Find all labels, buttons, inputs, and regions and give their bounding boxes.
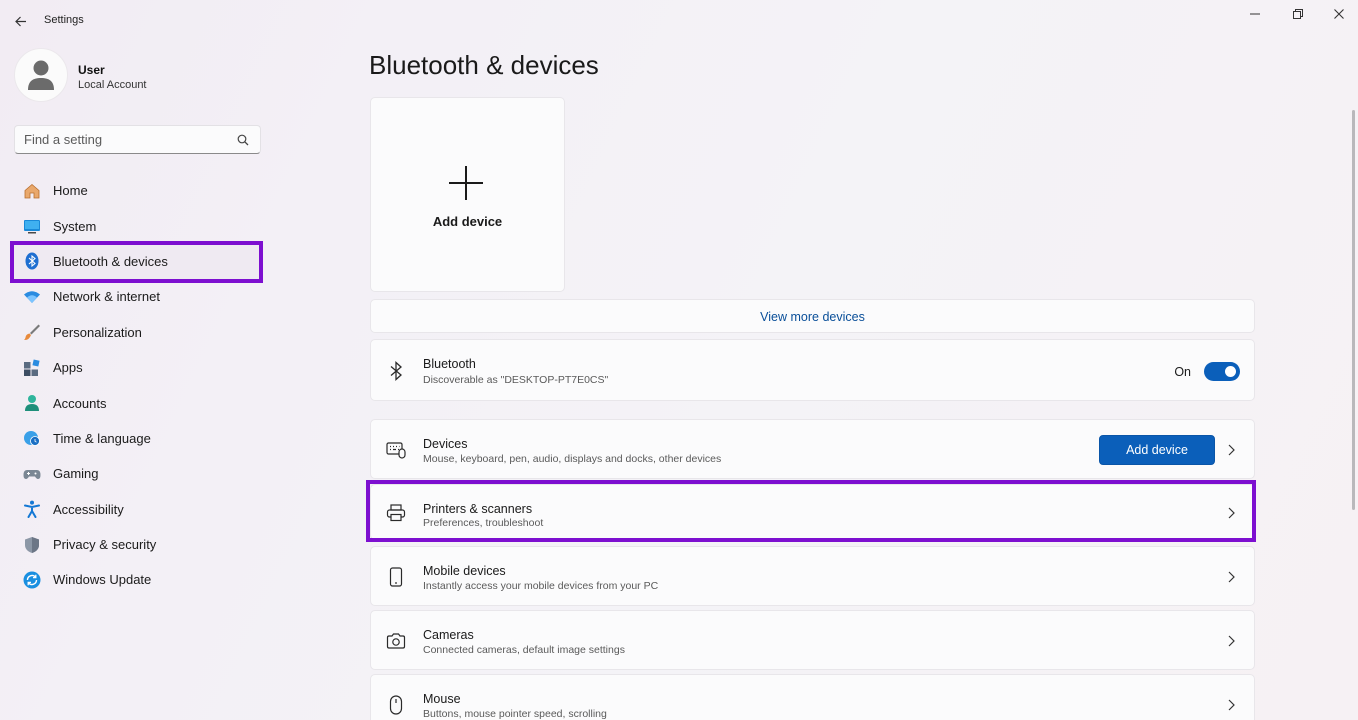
- sidebar-item-label: Accessibility: [53, 501, 124, 517]
- sidebar-item-bluetooth-devices[interactable]: Bluetooth & devices: [12, 244, 262, 279]
- app-title: Settings: [44, 14, 84, 26]
- back-button[interactable]: [10, 11, 32, 31]
- close-icon: [1334, 9, 1344, 19]
- sidebar-item-label: Privacy & security: [53, 537, 157, 553]
- scrollbar[interactable]: [1352, 110, 1355, 510]
- sidebar-item-accounts[interactable]: Accounts: [12, 385, 262, 420]
- sidebar-item-personalization[interactable]: Personalization: [12, 315, 262, 350]
- sidebar-item-label: Gaming: [53, 466, 99, 482]
- back-arrow-icon: [15, 16, 26, 26]
- bluetooth-toggle[interactable]: [1204, 362, 1240, 381]
- sidebar-item-system[interactable]: System: [12, 208, 262, 243]
- sidebar-item-label: Home: [53, 183, 88, 199]
- bluetooth-icon: [385, 360, 407, 382]
- page-title: Bluetooth & devices: [369, 50, 599, 80]
- mobile-devices-row[interactable]: Mobile devices Instantly access your mob…: [370, 546, 1255, 606]
- printers-scanners-row[interactable]: Printers & scanners Preferences, trouble…: [370, 484, 1255, 540]
- user-name: User: [78, 63, 105, 77]
- add-device-button[interactable]: Add device: [1099, 435, 1215, 465]
- sidebar-item-privacy-security[interactable]: Privacy & security: [12, 527, 262, 562]
- search-input[interactable]: [24, 132, 229, 147]
- home-icon: [23, 182, 41, 200]
- chevron-right-icon[interactable]: [1226, 443, 1236, 457]
- account-type: Local Account: [78, 79, 147, 91]
- printers-subtitle: Preferences, troubleshoot: [423, 517, 544, 529]
- sidebar-item-apps[interactable]: Apps: [12, 350, 262, 385]
- chevron-right-icon[interactable]: [1226, 698, 1236, 712]
- search-icon[interactable]: [237, 134, 249, 146]
- sidebar-item-label: Windows Update: [53, 572, 152, 588]
- brush-icon: [23, 323, 41, 341]
- toggle-knob: [1225, 366, 1236, 377]
- sidebar-item-label: Apps: [53, 360, 83, 376]
- chevron-right-icon[interactable]: [1226, 570, 1236, 584]
- sidebar-item-label: Bluetooth & devices: [53, 253, 168, 269]
- sidebar-item-accessibility[interactable]: Accessibility: [12, 492, 262, 527]
- bluetooth-row[interactable]: Bluetooth Discoverable as "DESKTOP-PT7E0…: [370, 339, 1255, 401]
- mobile-devices-subtitle: Instantly access your mobile devices fro…: [423, 580, 659, 592]
- cameras-subtitle: Connected cameras, default image setting…: [423, 644, 625, 656]
- update-icon: [23, 571, 41, 589]
- chevron-right-icon[interactable]: [1226, 506, 1236, 520]
- chevron-right-icon[interactable]: [1226, 634, 1236, 648]
- mouse-icon: [385, 694, 407, 716]
- sidebar-item-time-language[interactable]: Time & language: [12, 421, 262, 456]
- globe-clock-icon: [23, 429, 41, 447]
- sidebar-nav: Home System Bluetooth & devices Network …: [12, 173, 262, 598]
- devices-row[interactable]: Devices Mouse, keyboard, pen, audio, dis…: [370, 419, 1255, 479]
- mouse-subtitle: Buttons, mouse pointer speed, scrolling: [423, 708, 607, 720]
- sidebar-item-label: System: [53, 218, 97, 234]
- sidebar-item-label: Accounts: [53, 395, 107, 411]
- person-icon: [28, 60, 54, 90]
- cameras-row[interactable]: Cameras Connected cameras, default image…: [370, 610, 1255, 670]
- bluetooth-subtitle: Discoverable as "DESKTOP-PT7E0CS": [423, 374, 609, 386]
- accessibility-icon: [23, 500, 41, 519]
- add-device-tile[interactable]: Add device: [370, 97, 565, 292]
- minimize-icon: [1250, 13, 1260, 15]
- account-icon: [23, 394, 41, 412]
- sidebar-item-home[interactable]: Home: [12, 173, 262, 208]
- avatar[interactable]: [14, 48, 68, 102]
- shield-icon: [23, 536, 41, 554]
- phone-icon: [385, 566, 407, 588]
- apps-icon: [23, 359, 41, 377]
- close-button[interactable]: [1328, 5, 1350, 23]
- sidebar-item-label: Time & language: [53, 430, 151, 446]
- restore-button[interactable]: [1287, 5, 1309, 23]
- keyboard-mouse-icon: [385, 439, 407, 461]
- system-icon: [23, 217, 41, 235]
- bluetooth-icon: [23, 252, 41, 270]
- sidebar-item-gaming[interactable]: Gaming: [12, 456, 262, 491]
- view-more-devices-label: View more devices: [760, 310, 865, 324]
- search-box[interactable]: [14, 125, 261, 154]
- mouse-title: Mouse: [423, 692, 461, 706]
- printers-title: Printers & scanners: [423, 502, 533, 516]
- cameras-title: Cameras: [423, 628, 474, 642]
- mouse-row[interactable]: Mouse Buttons, mouse pointer speed, scro…: [370, 674, 1255, 720]
- sidebar-item-label: Network & internet: [53, 289, 160, 305]
- view-more-devices-link[interactable]: View more devices: [370, 299, 1255, 333]
- sidebar-item-label: Personalization: [53, 324, 142, 340]
- bluetooth-title: Bluetooth: [423, 357, 476, 371]
- bluetooth-state-label: On: [1174, 365, 1191, 379]
- add-device-tile-label: Add device: [432, 214, 503, 229]
- gamepad-icon: [23, 465, 41, 483]
- title-bar: Settings: [0, 0, 1358, 42]
- plus-icon: [449, 166, 483, 200]
- sidebar-item-network[interactable]: Network & internet: [12, 279, 262, 314]
- camera-icon: [385, 630, 407, 652]
- wifi-icon: [23, 288, 41, 306]
- mobile-devices-title: Mobile devices: [423, 564, 506, 578]
- sidebar-item-windows-update[interactable]: Windows Update: [12, 562, 262, 597]
- restore-icon: [1293, 9, 1303, 19]
- minimize-button[interactable]: [1244, 5, 1266, 23]
- devices-title: Devices: [423, 437, 468, 451]
- printer-icon: [385, 502, 407, 524]
- devices-subtitle: Mouse, keyboard, pen, audio, displays an…: [423, 453, 722, 465]
